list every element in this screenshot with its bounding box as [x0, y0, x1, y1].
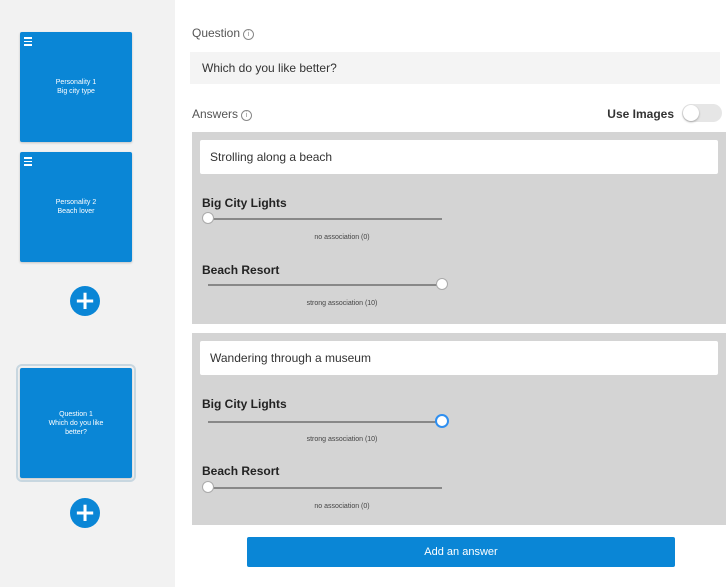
association-slider[interactable] — [208, 414, 449, 428]
add-question-button[interactable]: + — [70, 498, 100, 528]
answers-label-row: Answers i — [192, 107, 253, 121]
card-title: Personality 2 — [55, 199, 97, 206]
slider-knob[interactable] — [436, 278, 448, 290]
plus-icon: + — [74, 498, 96, 528]
card-subtitle-2: better? — [65, 428, 87, 436]
slider-knob[interactable] — [202, 481, 214, 493]
result-label: Beach Resort — [202, 464, 280, 478]
card-question-1[interactable]: Question 1 Which do you like better? — [16, 364, 136, 482]
drag-handle-icon[interactable] — [24, 157, 32, 168]
slider-knob[interactable] — [202, 212, 214, 224]
question-input[interactable]: Which do you like better? — [190, 52, 720, 84]
sidebar: Personality 1 Big city type Personality … — [0, 0, 175, 587]
answer-input[interactable]: Wandering through a museum — [200, 341, 718, 375]
result-label: Big City Lights — [202, 397, 287, 411]
slider-caption: no association (0) — [314, 234, 370, 241]
use-images-toggle[interactable] — [682, 104, 722, 122]
question-label-row: Question i — [192, 26, 255, 40]
card-subtitle: Which do you like — [48, 419, 104, 427]
slider-caption: no association (0) — [314, 503, 370, 510]
answer-input[interactable]: Strolling along a beach — [200, 140, 718, 174]
add-personality-button[interactable]: + — [70, 286, 100, 316]
answer-block: Wandering through a museum Big City Ligh… — [192, 333, 726, 525]
result-label: Beach Resort — [202, 263, 280, 277]
info-icon[interactable]: i — [241, 110, 253, 121]
add-answer-button[interactable]: Add an answer — [247, 537, 675, 567]
result-label: Big City Lights — [202, 196, 287, 210]
card-title: Question 1 — [59, 410, 93, 418]
card-personality-1[interactable]: Personality 1 Big city type — [20, 32, 132, 142]
question-label: Question — [192, 26, 241, 40]
card-personality-2[interactable]: Personality 2 Beach lover — [20, 152, 132, 262]
slider-caption: strong association (10) — [306, 436, 378, 443]
association-slider[interactable] — [202, 212, 442, 224]
answers-label: Answers — [192, 107, 239, 121]
info-icon[interactable]: i — [243, 29, 255, 40]
toggle-knob — [683, 105, 699, 121]
use-images-label: Use Images — [607, 107, 674, 121]
association-slider[interactable] — [202, 481, 442, 493]
plus-icon: + — [74, 286, 96, 316]
slider-knob[interactable] — [435, 414, 449, 428]
question-editor: Question i Which do you like better? Answ… — [186, 0, 726, 587]
association-slider[interactable] — [208, 278, 448, 290]
drag-handle-icon[interactable] — [24, 37, 32, 48]
slider-caption: strong association (10) — [306, 300, 378, 307]
answer-block: Strolling along a beach Big City Lights … — [192, 132, 726, 324]
card-subtitle: Big city type — [57, 88, 95, 95]
card-title: Personality 1 — [55, 79, 97, 86]
card-subtitle: Beach lover — [57, 208, 95, 215]
